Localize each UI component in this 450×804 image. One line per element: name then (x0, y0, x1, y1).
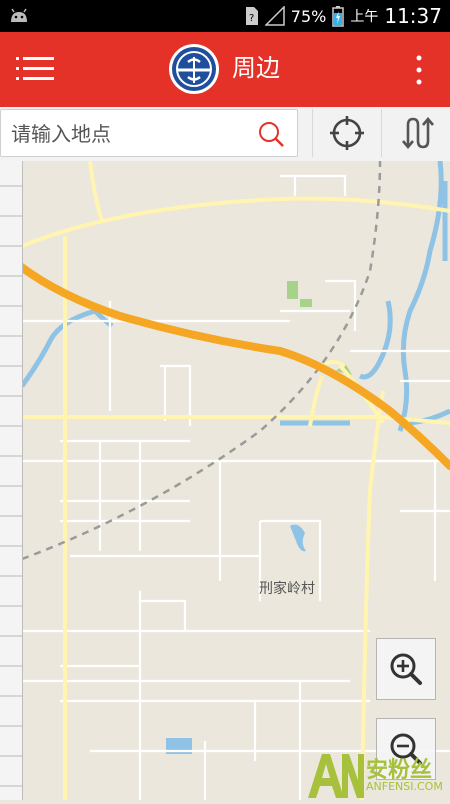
time-ampm: 上午 (350, 9, 379, 25)
search-icon[interactable] (257, 120, 285, 148)
crosshair-locate-icon[interactable] (312, 109, 381, 157)
app-bar: 周边 (0, 32, 450, 107)
app-logo (169, 44, 219, 94)
overflow-menu-icon[interactable] (414, 54, 424, 86)
status-bar: ? 75% 上午 11:37 (0, 0, 450, 32)
page-title: 周边 (232, 54, 280, 82)
scale-ticks (0, 185, 22, 787)
zoom-in-button[interactable] (376, 638, 436, 700)
battery-percent: 75% (290, 6, 327, 26)
watermark: 安粉丝 ANFENSI.COM (306, 750, 450, 800)
android-notification-icon (11, 8, 27, 22)
search-input[interactable] (9, 116, 253, 152)
map-place-label: 刑家岭村 (259, 581, 315, 597)
battery-charging-icon (332, 6, 345, 27)
clock-time: 11:37 (384, 4, 442, 28)
svg-text:?: ? (249, 13, 254, 24)
search-toolbar (0, 107, 450, 162)
signal-icon (264, 6, 285, 26)
map-scale-bar (0, 161, 23, 800)
route-swap-icon[interactable] (381, 109, 450, 157)
watermark-url: ANFENSI.COM (366, 780, 443, 793)
search-box[interactable] (0, 109, 298, 157)
watermark-logo (308, 754, 364, 798)
zoom-in-icon (390, 653, 422, 685)
hamburger-menu-icon[interactable] (16, 54, 56, 84)
sim-card-icon: ? (245, 7, 258, 25)
map-canvas[interactable] (0, 161, 450, 800)
